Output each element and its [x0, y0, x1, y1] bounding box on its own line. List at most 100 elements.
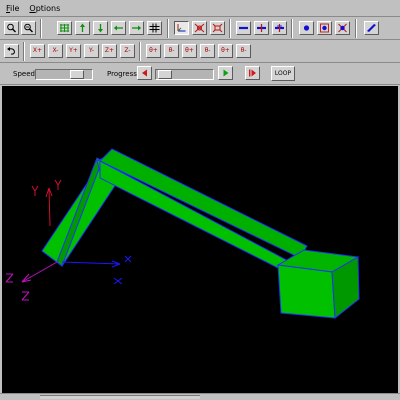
show-point-x-button[interactable] [335, 21, 350, 35]
arrow-left-icon [113, 25, 123, 31]
step-end-button[interactable] [245, 66, 260, 80]
file-menu[interactable]: File [6, 4, 19, 13]
zoom-out-button[interactable] [21, 21, 36, 35]
crosshair-button[interactable] [147, 21, 162, 35]
file-menu-rest: ile [10, 3, 20, 13]
loop-button[interactable]: LOOP [271, 66, 295, 81]
horizontal-line-icon [239, 26, 248, 30]
joint3-minus-button[interactable]: θ- [236, 44, 251, 58]
joint3-plus-button[interactable]: θ+ [218, 44, 233, 58]
arrow-down-icon [98, 24, 103, 33]
y-minus-label: Y- [88, 47, 95, 54]
options-menu[interactable]: Options [29, 4, 60, 13]
point-icon [303, 25, 310, 31]
loop-label: LOOP [274, 70, 292, 77]
upper-arm-top [99, 148, 308, 259]
zoom-in-button[interactable] [4, 21, 19, 35]
crosshair-icon [149, 23, 160, 33]
toolbar-separator [23, 42, 25, 61]
speed-slider-thumb[interactable] [70, 70, 85, 79]
display-cross-alt-button[interactable] [272, 21, 287, 35]
triangle-left-icon [142, 69, 147, 77]
horizontal-cross-alt-icon [275, 24, 284, 32]
joint3-plus-label: θ+ [221, 47, 230, 54]
zoom-out-icon [24, 23, 33, 33]
progress-slider[interactable] [155, 69, 214, 80]
robot-arm-scene [5, 148, 360, 319]
view-random-icon [194, 23, 205, 33]
x-minus-label: X- [52, 47, 59, 54]
toolbar-separator [167, 19, 169, 38]
display-cross-button[interactable] [254, 21, 269, 35]
step-back-button[interactable] [137, 66, 152, 80]
end-block-front [277, 264, 336, 319]
y-plus-label: Y+ [69, 47, 78, 54]
pan-right-button[interactable] [129, 21, 144, 35]
joint1-plus-label: θ+ [149, 47, 158, 54]
display-line-button[interactable] [236, 21, 251, 35]
view-axes-icon [177, 24, 186, 32]
zoom-in-icon [7, 23, 16, 33]
z-minus-label: Z- [124, 47, 131, 54]
undo-button[interactable] [4, 44, 19, 58]
draw-icon [367, 24, 376, 32]
playback-bar: Speed Progress LOOP [0, 63, 400, 85]
joint1-minus-button[interactable]: θ- [164, 44, 179, 58]
view-toolbar [0, 17, 400, 40]
view-axes-button[interactable] [174, 21, 189, 35]
motion-toolbar: X+ X- Y+ Y- Z+ Z- θ+ θ- θ+ θ- θ+ θ- [0, 40, 400, 63]
progress-slider-thumb[interactable] [158, 70, 173, 79]
status-strip [40, 395, 200, 399]
origin-grid-icon [60, 24, 69, 32]
point-box-icon [320, 23, 329, 33]
point-x-icon [338, 23, 347, 33]
z-plus-button[interactable]: Z+ [102, 44, 117, 58]
pan-left-button[interactable] [111, 21, 126, 35]
menu-bar: File Options [0, 0, 400, 17]
x-axis-marker [61, 255, 132, 285]
y-plus-button[interactable]: Y+ [66, 44, 81, 58]
pan-up-button[interactable] [75, 21, 90, 35]
joint2-minus-label: θ- [204, 47, 211, 54]
y-axis-marker [31, 179, 62, 227]
toolbar-separator [139, 42, 141, 61]
play-icon [223, 69, 229, 77]
horizontal-cross-icon [257, 24, 266, 32]
show-point-button[interactable] [299, 21, 314, 35]
pan-down-button[interactable] [93, 21, 108, 35]
joint1-minus-label: θ- [168, 47, 175, 54]
play-button[interactable] [218, 66, 233, 80]
view-fit-icon [212, 23, 223, 33]
origin-button[interactable] [57, 21, 72, 35]
y-minus-button[interactable]: Y- [84, 44, 99, 58]
3d-viewport[interactable] [2, 86, 398, 393]
undo-icon [7, 47, 16, 55]
arrow-up-icon [80, 23, 85, 32]
toolbar-separator [355, 19, 357, 38]
view-random-button[interactable] [192, 21, 207, 35]
arrow-right-icon [132, 25, 142, 31]
speed-label: Speed [13, 70, 35, 78]
draw-button[interactable] [364, 21, 379, 35]
x-plus-button[interactable]: X+ [30, 44, 45, 58]
joint2-plus-label: θ+ [185, 47, 194, 54]
z-axis-marker [5, 261, 58, 301]
joint2-minus-button[interactable]: θ- [200, 44, 215, 58]
show-point-box-button[interactable] [317, 21, 332, 35]
upper-arm-face [99, 160, 295, 277]
view-fit-button[interactable] [210, 21, 225, 35]
z-plus-label: Z+ [104, 47, 115, 54]
speed-slider[interactable] [35, 69, 93, 80]
toolbar-separator [40, 19, 42, 38]
x-minus-button[interactable]: X- [48, 44, 63, 58]
joint1-plus-button[interactable]: θ+ [146, 44, 161, 58]
step-end-icon [249, 69, 256, 77]
x-plus-label: X+ [32, 47, 43, 54]
progress-label: Progress [107, 70, 137, 78]
toolbar-separator [291, 19, 293, 38]
status-bar [0, 393, 400, 400]
joint2-plus-button[interactable]: θ+ [182, 44, 197, 58]
options-menu-rest: ptions [35, 3, 61, 13]
z-minus-button[interactable]: Z- [120, 44, 135, 58]
toolbar-separator [229, 19, 231, 38]
